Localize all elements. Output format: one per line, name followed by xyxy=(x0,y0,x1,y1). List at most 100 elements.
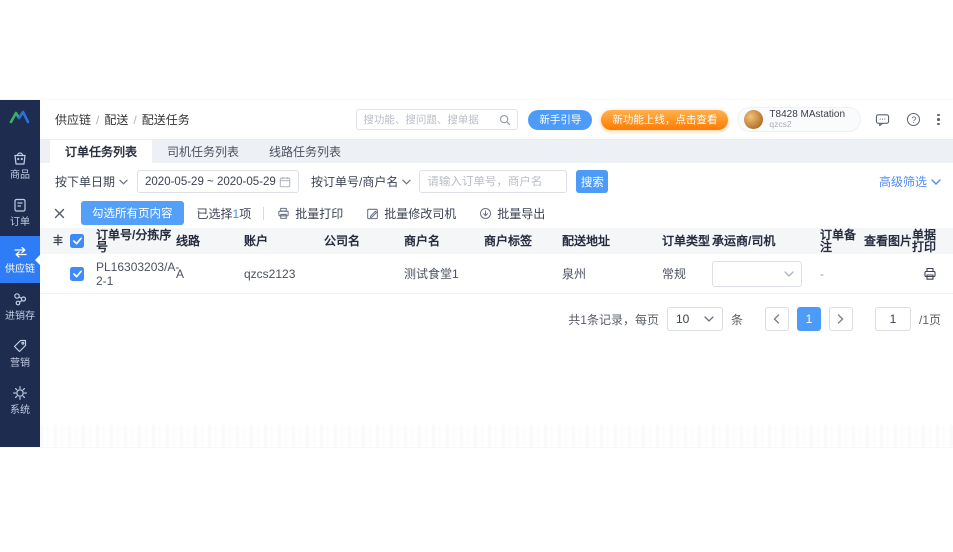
chevron-down-icon xyxy=(931,179,941,185)
edit-icon xyxy=(366,207,379,220)
export-icon xyxy=(479,207,492,220)
batch-export-button[interactable]: 批量导出 xyxy=(479,205,545,222)
system-gear-icon xyxy=(11,384,29,402)
sidebar-item-label: 进销存 xyxy=(5,311,35,322)
table-row[interactable]: PL16303203/A-2-1 A qzcs2123 测试食堂1 泉州 常规 … xyxy=(40,254,953,294)
supply-chain-arrows-icon xyxy=(11,243,30,261)
batch-edit-driver-button[interactable]: 批量修改司机 xyxy=(366,205,456,222)
cell-merchant: 测试食堂1 xyxy=(404,265,484,282)
col-doc-print[interactable]: 单据打印 xyxy=(912,229,947,253)
global-search-box[interactable] xyxy=(356,109,518,130)
user-account: qzcs2 xyxy=(769,120,845,129)
app-logo[interactable] xyxy=(0,100,40,134)
avatar xyxy=(744,110,763,129)
col-order-no[interactable]: 订单号/分拣序号 xyxy=(96,229,176,253)
tab-route-task-list[interactable]: 线路任务列表 xyxy=(254,140,356,163)
col-line[interactable]: 线路 xyxy=(176,235,244,247)
total-pages-text: /1页 xyxy=(919,311,941,328)
next-page-button[interactable] xyxy=(829,307,853,331)
page-number-button[interactable]: 1 xyxy=(797,307,821,331)
sidebar-item-system[interactable]: 系统 xyxy=(0,377,40,424)
column-settings-icon[interactable] xyxy=(52,234,70,249)
beginner-guide-button[interactable]: 新手引导 xyxy=(528,110,592,130)
calendar-icon xyxy=(279,176,291,188)
date-range-input[interactable]: 2020-05-29 ~ 2020-05-29 xyxy=(137,170,299,193)
select-all-pages-button[interactable]: 勾选所有页内容 xyxy=(81,201,184,225)
row-print-button[interactable] xyxy=(912,267,947,281)
breadcrumb-separator: / xyxy=(133,113,136,127)
page-canvas: 商品 订单 供应链 xyxy=(0,0,953,552)
sidebar-item-label: 订单 xyxy=(10,217,30,228)
sidebar-item-orders[interactable]: 订单 xyxy=(0,189,40,236)
orders-doc-icon xyxy=(11,196,29,214)
filter-bar: 按下单日期 2020-05-29 ~ 2020-05-29 按订单号/商户名 搜… xyxy=(40,163,953,200)
chevron-left-icon xyxy=(773,314,780,324)
goods-bag-icon xyxy=(11,149,29,167)
topbar-icons: ? xyxy=(875,113,940,127)
check-icon xyxy=(73,270,82,278)
carrier-driver-select[interactable] xyxy=(712,261,802,287)
cell-order-type: 常规 xyxy=(662,265,712,282)
tab-order-task-list[interactable]: 订单任务列表 xyxy=(50,140,152,163)
sidebar: 商品 订单 供应链 xyxy=(0,100,40,447)
prev-page-button[interactable] xyxy=(765,307,789,331)
col-view-image[interactable]: 查看图片 xyxy=(864,235,912,247)
col-company[interactable]: 公司名 xyxy=(324,235,404,247)
page-jump-input[interactable] xyxy=(875,307,911,331)
sidebar-item-supply-chain[interactable]: 供应链 xyxy=(0,236,40,283)
col-order-type[interactable]: 订单类型 xyxy=(662,235,712,247)
printer-icon xyxy=(923,267,937,281)
records-total-text: 共1条记录，每页 xyxy=(568,311,659,328)
col-merchant-tag[interactable]: 商户标签 xyxy=(484,235,562,247)
cell-order-no[interactable]: PL16303203/A-2-1 xyxy=(96,260,176,288)
global-search-input[interactable] xyxy=(363,114,499,126)
select-all-checkbox[interactable] xyxy=(70,234,84,248)
keyword-input-box[interactable] xyxy=(419,170,567,193)
marketing-tag-icon xyxy=(11,337,29,355)
chevron-down-icon xyxy=(402,179,411,185)
chevron-right-icon xyxy=(837,314,844,324)
search-button[interactable]: 搜索 xyxy=(576,170,608,193)
date-type-dropdown[interactable]: 按下单日期 xyxy=(55,173,128,190)
batch-toolbar: 勾选所有页内容 已选择1项 批量打印 批量修改司机 批量导出 xyxy=(40,200,953,226)
batch-print-button[interactable]: 批量打印 xyxy=(277,205,343,222)
cell-remark: - xyxy=(820,267,864,281)
selected-count-text: 已选择1项 xyxy=(197,205,252,222)
cell-account: qzcs2123 xyxy=(244,267,324,281)
chevron-down-icon xyxy=(784,271,794,277)
breadcrumb: 供应链 / 配送 / 配送任务 xyxy=(55,111,190,128)
col-account[interactable]: 账户 xyxy=(244,235,324,247)
keyword-type-dropdown[interactable]: 按订单号/商户名 xyxy=(311,173,411,190)
sidebar-item-label: 系统 xyxy=(10,405,30,416)
pagination: 共1条记录，每页 10 条 1 /1页 xyxy=(40,305,953,333)
user-chip[interactable]: T8428 MAstation qzcs2 xyxy=(737,107,861,132)
help-icon[interactable]: ? xyxy=(907,113,920,126)
sidebar-item-marketing[interactable]: 营销 xyxy=(0,330,40,377)
row-checkbox[interactable] xyxy=(70,267,84,281)
new-feature-promo-button[interactable]: 新功能上线，点击查看 xyxy=(601,110,728,130)
message-icon[interactable] xyxy=(875,113,890,127)
more-menu-icon[interactable] xyxy=(937,114,940,126)
breadcrumb-item[interactable]: 配送 xyxy=(104,111,128,128)
close-icon[interactable] xyxy=(54,208,65,219)
breadcrumb-item[interactable]: 供应链 xyxy=(55,111,91,128)
logo-icon xyxy=(8,108,32,126)
watermark-strip xyxy=(40,425,953,447)
sidebar-item-goods[interactable]: 商品 xyxy=(0,142,40,189)
col-carrier-driver[interactable]: 承运商/司机 xyxy=(712,235,820,247)
tab-driver-task-list[interactable]: 司机任务列表 xyxy=(152,140,254,163)
task-tabs: 订单任务列表 司机任务列表 线路任务列表 xyxy=(40,140,953,163)
advanced-filter-toggle[interactable]: 高级筛选 xyxy=(879,173,941,190)
toolbar-divider xyxy=(263,207,264,220)
col-remark[interactable]: 订单备注 xyxy=(820,229,864,253)
col-address[interactable]: 配送地址 xyxy=(562,235,662,247)
breadcrumb-separator: / xyxy=(96,113,99,127)
chevron-down-icon xyxy=(704,316,714,322)
page-size-select[interactable]: 10 xyxy=(667,307,723,331)
sidebar-item-inventory[interactable]: 进销存 xyxy=(0,283,40,330)
keyword-input[interactable] xyxy=(427,176,559,188)
sidebar-nav: 商品 订单 供应链 xyxy=(0,142,40,424)
col-merchant[interactable]: 商户名 xyxy=(404,235,484,247)
app-window: 商品 订单 供应链 xyxy=(0,100,953,447)
chevron-down-icon xyxy=(119,179,128,185)
